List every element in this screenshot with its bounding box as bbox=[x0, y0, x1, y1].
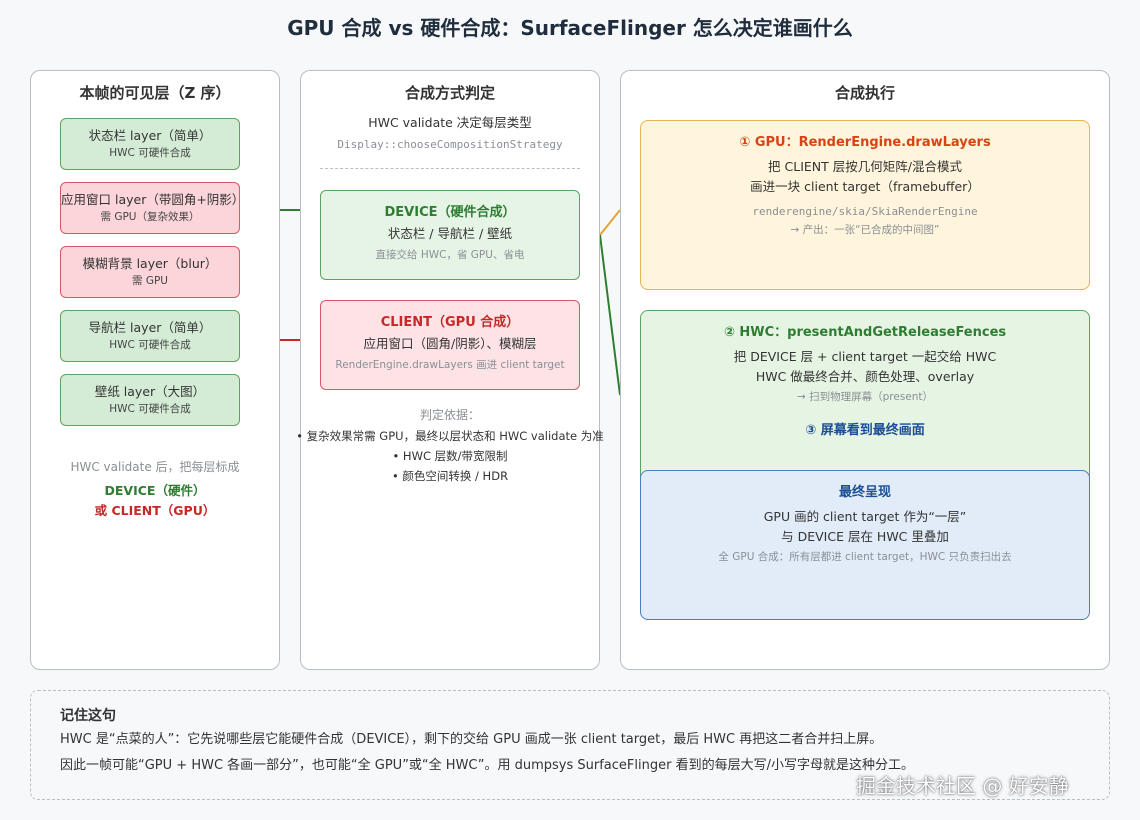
hwc-step-line1: 把 DEVICE 层 + client target 一起交给 HWC bbox=[733, 349, 997, 364]
layers-panel-title: 本帧的可见层（Z 序） bbox=[79, 84, 231, 102]
layer-status-bar: 状态栏 layer（简单） HWC 可硬件合成 bbox=[60, 118, 240, 170]
layer-name: 模糊背景 layer（blur） bbox=[82, 256, 218, 271]
layer-wallpaper: 壁纸 layer（大图） HWC 可硬件合成 bbox=[60, 374, 240, 426]
client-line2: RenderEngine.drawLayers 画进 client target bbox=[335, 359, 565, 371]
connector-hwc-step bbox=[599, 234, 621, 396]
client-line1: 应用窗口（圆角/阴影）、模糊层 bbox=[363, 336, 537, 351]
layer-note: 需 GPU bbox=[132, 275, 168, 287]
gpu-step-box: ① GPU：RenderEngine.drawLayers 把 CLIENT 层… bbox=[640, 120, 1090, 290]
hwc-step-title: ② HWC：presentAndGetReleaseFences bbox=[723, 325, 1007, 340]
final-title: 最终呈现 bbox=[838, 485, 891, 500]
strategy-panel-title: 合成方式判定 bbox=[404, 84, 495, 102]
summary-line2: 因此一帧可能“GPU + HWC 各画一部分”，也可能“全 GPU”或“全 HW… bbox=[60, 758, 914, 773]
layer-name: 导航栏 layer（简单） bbox=[88, 320, 212, 335]
gpu-step-line1: 把 CLIENT 层按几何矩阵/混合模式 bbox=[768, 159, 962, 174]
client-label: 或 CLIENT（GPU） bbox=[94, 503, 216, 518]
final-box: 最终呈现 GPU 画的 client target 作为“一层” 与 DEVIC… bbox=[640, 470, 1090, 620]
basis-item: • 复杂效果常需 GPU，最终以层状态和 HWC validate 为准 bbox=[296, 429, 604, 443]
final-line3: 全 GPU 合成：所有层都进 client target，HWC 只负责扫出去 bbox=[718, 551, 1012, 563]
client-box: CLIENT（GPU 合成） 应用窗口（圆角/阴影）、模糊层 RenderEng… bbox=[320, 300, 580, 390]
layer-name: 状态栏 layer（简单） bbox=[88, 128, 212, 143]
gpu-step-title: ① GPU：RenderEngine.drawLayers bbox=[739, 135, 991, 150]
basis-item: • 颜色空间转换 / HDR bbox=[391, 469, 509, 483]
layer-note: HWC 可硬件合成 bbox=[109, 147, 191, 159]
device-label: DEVICE（硬件） bbox=[104, 483, 206, 498]
screen-step-label: ③ 屏幕看到最终画面 bbox=[805, 423, 925, 438]
gpu-step-code: renderengine/skia/SkiaRenderEngine bbox=[752, 205, 978, 218]
device-title: DEVICE（硬件合成） bbox=[384, 205, 516, 220]
hwc-step-line2: HWC 做最终合并、颜色处理、overlay bbox=[755, 369, 975, 384]
gpu-step-output: → 产出：一张“已合成的中间图” bbox=[790, 224, 940, 236]
layer-note: HWC 可硬件合成 bbox=[109, 339, 191, 351]
final-line2: 与 DEVICE 层在 HWC 里叠加 bbox=[781, 529, 949, 544]
strategy-code: Display::chooseCompositionStrategy bbox=[337, 138, 563, 151]
device-box: DEVICE（硬件合成） 状态栏 / 导航栏 / 壁纸 直接交给 HWC，省 G… bbox=[320, 190, 580, 280]
divider bbox=[320, 168, 580, 169]
basis-title: 判定依据： bbox=[419, 408, 480, 422]
layer-name: 应用窗口 layer（带圆角+阴影） bbox=[61, 192, 245, 207]
summary-line1: HWC 是“点菜的人”：它先说哪些层它能硬件合成（DEVICE），剩下的交给 G… bbox=[60, 732, 883, 747]
strategy-subtitle: HWC validate 决定每层类型 bbox=[368, 115, 532, 130]
hwc-step-output: → 扫到物理屏幕（present） bbox=[796, 391, 934, 403]
final-line1: GPU 画的 client target 作为“一层” bbox=[763, 509, 967, 524]
basis-item: • HWC 层数/带宽限制 bbox=[392, 449, 508, 463]
layer-app-window: 应用窗口 layer（带圆角+阴影） 需 GPU（复杂效果） bbox=[60, 182, 245, 234]
connector-gpu-step bbox=[599, 209, 621, 236]
layer-blur: 模糊背景 layer（blur） 需 GPU bbox=[60, 246, 240, 298]
device-line1: 状态栏 / 导航栏 / 壁纸 bbox=[387, 226, 513, 241]
page-title: GPU 合成 vs 硬件合成：SurfaceFlinger 怎么决定谁画什么 bbox=[287, 16, 853, 40]
layer-nav-bar: 导航栏 layer（简单） HWC 可硬件合成 bbox=[60, 310, 240, 362]
watermark: 掘金技术社区 @ 好安静 bbox=[856, 774, 1069, 798]
layer-note: HWC 可硬件合成 bbox=[109, 403, 191, 415]
execution-panel-title: 合成执行 bbox=[834, 84, 895, 102]
gpu-step-line2: 画进一块 client target（framebuffer） bbox=[750, 179, 980, 194]
validate-note: HWC validate 后，把每层标成 bbox=[70, 460, 240, 474]
hwc-step-box: ② HWC：presentAndGetReleaseFences 把 DEVIC… bbox=[640, 310, 1090, 490]
summary-title: 记住这句 bbox=[60, 708, 116, 724]
client-title: CLIENT（GPU 合成） bbox=[380, 315, 520, 330]
layer-name: 壁纸 layer（大图） bbox=[94, 384, 206, 399]
device-line2: 直接交给 HWC，省 GPU、省电 bbox=[375, 249, 525, 261]
layer-note: 需 GPU（复杂效果） bbox=[100, 211, 200, 223]
